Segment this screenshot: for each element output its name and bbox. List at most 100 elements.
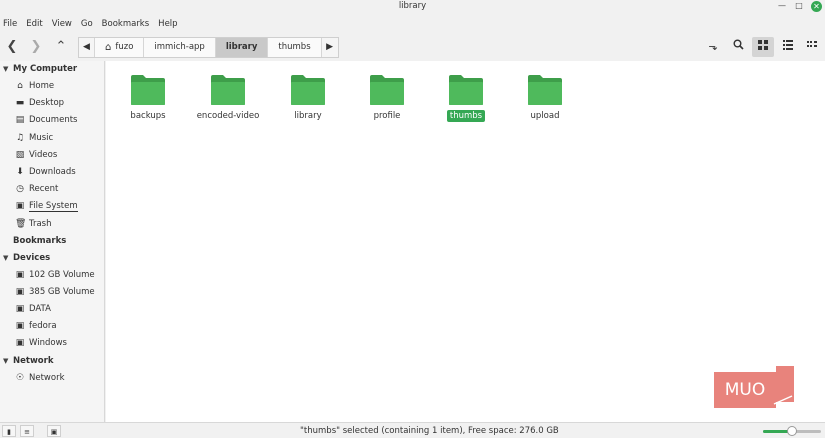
search-icon[interactable] [727,37,749,57]
section-title: Devices [13,252,51,263]
sidebar-item-label: Network [29,372,65,383]
breadcrumb-home[interactable]: ⌂ fuzo [95,38,145,57]
network-icon: ☉ [15,372,25,383]
breadcrumb: ◀ ⌂ fuzo immich-app library thumbs ▶ [78,37,339,58]
sidebar-item-label: Home [29,81,55,91]
open-terminal-icon[interactable]: ⬎ [702,37,724,57]
menu-view[interactable]: View [49,16,78,32]
zoom-slider[interactable] [763,426,821,436]
list-view-icon[interactable] [777,37,799,57]
sidebar-item-documents[interactable]: ▤ Documents [0,112,104,129]
folder-label: thumbs [446,110,486,122]
folder-label: encoded-video [196,111,260,121]
section-devices[interactable]: ▼ Devices [0,250,104,267]
sidebar: ▼ My Computer ⌂ Home ▬ Desktop ▤ Documents … [0,61,105,422]
sidebar-item-label: 385 GB Volume [29,286,95,297]
section-title: Bookmarks [13,235,67,246]
menu-bookmarks[interactable]: Bookmarks [99,16,156,32]
breadcrumb-library[interactable]: library [215,38,269,57]
zoom-slider-handle[interactable] [787,426,797,436]
chevron-down-icon: ▼ [3,356,9,365]
menu-edit[interactable]: Edit [23,16,48,32]
sidebar-item-label: fedora [29,321,57,332]
sidebar-item-network[interactable]: ☉ Network [0,370,104,387]
sidebar-item-label: Recent [29,184,59,195]
menu-file[interactable]: File [0,16,23,32]
home-icon: ⌂ [105,42,112,53]
folder-library[interactable]: library [268,74,348,122]
section-network[interactable]: ▼ Network [0,353,104,370]
maximize-icon[interactable]: □ [794,1,804,11]
sidebar-item-label: Downloads [29,166,76,177]
section-bookmarks[interactable]: Bookmarks [0,233,104,250]
sidebar-item-fedora[interactable]: ▣ fedora [0,318,104,335]
show-places-icon[interactable]: ▮ [2,425,16,437]
folder-thumbs[interactable]: thumbs [426,74,506,122]
menu-go[interactable]: Go [78,16,99,32]
drive-icon: ▣ [15,304,25,315]
section-title: My Computer [13,64,78,74]
sidebar-item-downloads[interactable]: ⬇ Downloads [0,164,104,181]
sidebar-item-102gb[interactable]: ▣ 102 GB Volume [0,267,104,284]
music-icon: ♫ [15,132,25,143]
sidebar-item-music[interactable]: ♫ Music [0,130,104,147]
show-treeview-icon[interactable]: ≡ [20,425,34,437]
trash-icon: 🗑 [15,218,27,229]
folder-label: upload [530,111,560,121]
icon-view-icon[interactable] [752,37,774,57]
breadcrumb-left-icon[interactable]: ◀ [79,38,95,57]
sidebar-item-label: Windows [29,338,67,349]
sidebar-item-home[interactable]: ⌂ Home [0,78,104,95]
folder-profile[interactable]: profile [347,74,427,122]
drive-icon: ▣ [15,321,25,332]
sidebar-item-trash[interactable]: 🗑 Trash [0,216,104,233]
back-icon[interactable]: ❮ [2,38,22,56]
home-icon: ⌂ [17,81,23,91]
sidebar-item-385gb[interactable]: ▣ 385 GB Volume [0,284,104,301]
breadcrumb-thumbs[interactable]: thumbs [268,38,322,57]
desktop-icon: ▬ [15,98,25,109]
section-my-computer[interactable]: ▼ My Computer [0,61,104,78]
compact-view-icon[interactable] [801,37,823,57]
folder-upload[interactable]: upload [505,74,585,122]
status-text: "thumbs" selected (containing 1 item), F… [300,426,559,436]
folder-icon [291,75,325,105]
status-bar: ▮ ≡ ▣ "thumbs" selected (containing 1 it… [0,422,825,438]
folder-label: profile [373,111,401,121]
sidebar-item-label: Desktop [29,98,65,109]
folder-label: library [294,111,322,121]
up-icon[interactable]: ⌃ [51,38,71,56]
window-title: library [398,1,427,11]
sidebar-item-data[interactable]: ▣ DATA [0,301,104,318]
forward-icon[interactable]: ❯ [26,38,46,56]
close-icon[interactable]: ✕ [811,1,822,12]
sidebar-item-windows[interactable]: ▣ Windows [0,335,104,352]
drive-icon: ▣ [15,269,25,280]
chevron-down-icon: ▼ [3,65,9,73]
sidebar-item-recent[interactable]: ◷ Recent [0,181,104,198]
minimize-icon[interactable]: — [777,1,787,11]
menu-help[interactable]: Help [155,16,183,32]
title-bar: library — □ ✕ [0,0,825,13]
sidebar-item-desktop[interactable]: ▬ Desktop [0,95,104,112]
hide-sidebar-icon[interactable]: ▣ [47,425,61,437]
drive-icon: ▣ [15,201,25,212]
sidebar-item-label: Videos [29,149,58,160]
sidebar-item-label: File System [29,201,78,213]
sidebar-item-label: Documents [29,115,78,126]
sidebar-item-label: Music [29,132,54,143]
breadcrumb-right-icon[interactable]: ▶ [321,38,338,57]
folder-icon [211,75,245,105]
sidebar-item-label: 102 GB Volume [29,269,95,280]
breadcrumb-immich-app[interactable]: immich-app [144,38,216,57]
folder-encoded-video[interactable]: encoded-video [188,74,268,122]
folder-backups[interactable]: backups [108,74,188,122]
muo-watermark: MUO [714,366,794,408]
videos-icon: ▧ [15,149,25,160]
breadcrumb-label: fuzo [115,42,134,52]
folder-icon [131,75,165,105]
sidebar-item-file-system[interactable]: ▣ File System [0,198,104,215]
sidebar-item-videos[interactable]: ▧ Videos [0,147,104,164]
recent-icon: ◷ [16,184,24,195]
folder-label: backups [130,111,166,121]
